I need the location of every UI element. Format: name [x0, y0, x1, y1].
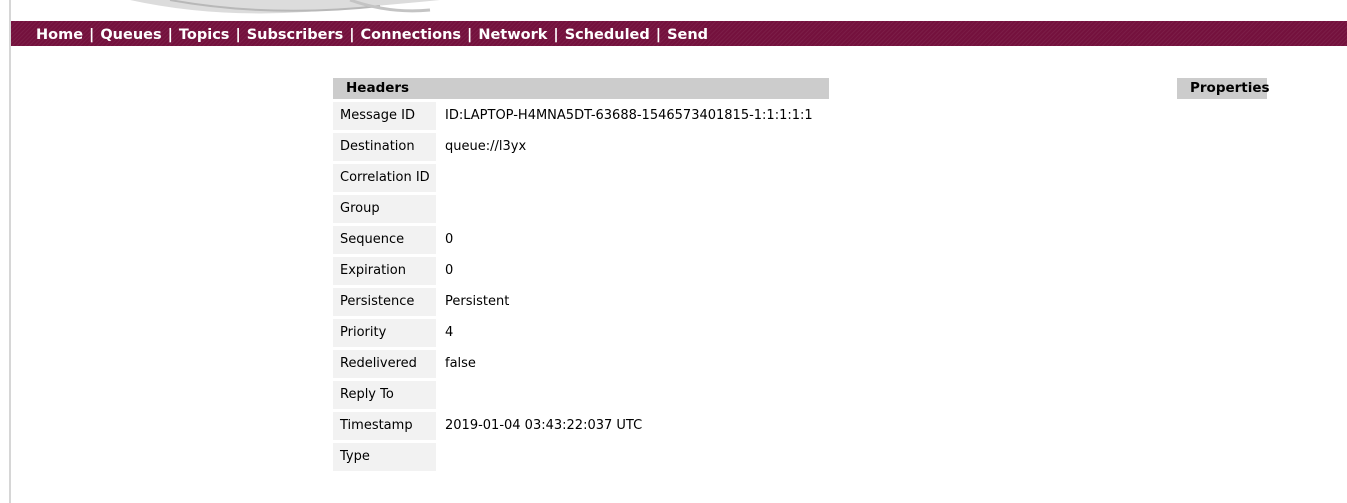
header-row-reply-to: Reply To: [333, 381, 833, 409]
header-row-redelivered: Redelivered false: [333, 350, 833, 378]
header-row-priority: Priority 4: [333, 319, 833, 347]
nav-topics-link[interactable]: Topics: [179, 27, 230, 43]
header-row-expiration: Expiration 0: [333, 257, 833, 285]
header-label: Correlation ID: [333, 164, 436, 192]
header-row-timestamp: Timestamp 2019-01-04 03:43:22:037 UTC: [333, 412, 833, 440]
header-row-persistence: Persistence Persistent: [333, 288, 833, 316]
main-navigation: Home | Queues | Topics | Subscribers | Connectio…: [11, 21, 1347, 46]
header-label: Priority: [333, 319, 436, 347]
nav-separator: |: [467, 27, 473, 43]
header-value: false: [445, 356, 476, 371]
nav-home-link[interactable]: Home: [36, 27, 83, 43]
header-row-sequence: Sequence 0: [333, 226, 833, 254]
nav-send-link[interactable]: Send: [667, 27, 708, 43]
header-label: Redelivered: [333, 350, 436, 378]
nav-network-link[interactable]: Network: [478, 27, 547, 43]
header-row-message-id: Message ID ID:LAPTOP-H4MNA5DT-63688-1546…: [333, 102, 833, 130]
nav-separator: |: [655, 27, 662, 43]
header-label: Message ID: [333, 102, 436, 130]
header-value: 2019-01-04 03:43:22:037 UTC: [445, 418, 643, 433]
header-value: ID:LAPTOP-H4MNA5DT-63688-1546573401815-1…: [445, 108, 813, 123]
header-label: Expiration: [333, 257, 436, 285]
nav-separator: |: [553, 27, 559, 43]
nav-connections-link[interactable]: Connections: [361, 27, 462, 43]
nav-separator: |: [167, 27, 173, 43]
header-row-correlation-id: Correlation ID: [333, 164, 833, 192]
header-row-type: Type: [333, 443, 833, 471]
header-label: Destination: [333, 133, 436, 161]
header-value: 0: [445, 263, 454, 278]
nav-separator: |: [235, 27, 241, 43]
nav-scheduled-link[interactable]: Scheduled: [565, 27, 650, 43]
header-label: Timestamp: [333, 412, 436, 440]
header-value: 4: [445, 325, 454, 340]
header-label: Group: [333, 195, 436, 223]
header-label: Sequence: [333, 226, 436, 254]
headers-table: Message ID ID:LAPTOP-H4MNA5DT-63688-1546…: [333, 102, 833, 474]
nav-separator: |: [89, 27, 95, 43]
header-label: Reply To: [333, 381, 436, 409]
header-value: queue://l3yx: [445, 139, 527, 154]
nav-subscribers-link[interactable]: Subscribers: [247, 27, 344, 43]
header-value: Persistent: [445, 294, 510, 309]
header-value: 0: [445, 232, 454, 247]
nav-separator: |: [349, 27, 355, 43]
nav-queues-link[interactable]: Queues: [100, 27, 161, 43]
header-label: Type: [333, 443, 436, 471]
header-label: Persistence: [333, 288, 436, 316]
header-row-group: Group: [333, 195, 833, 223]
properties-section-title: Properties: [1177, 78, 1270, 99]
header-row-destination: Destination queue://l3yx: [333, 133, 833, 161]
page-left-border: [9, 0, 11, 503]
banner-logo-image: [110, 0, 440, 20]
headers-section-title: Headers: [333, 78, 829, 99]
